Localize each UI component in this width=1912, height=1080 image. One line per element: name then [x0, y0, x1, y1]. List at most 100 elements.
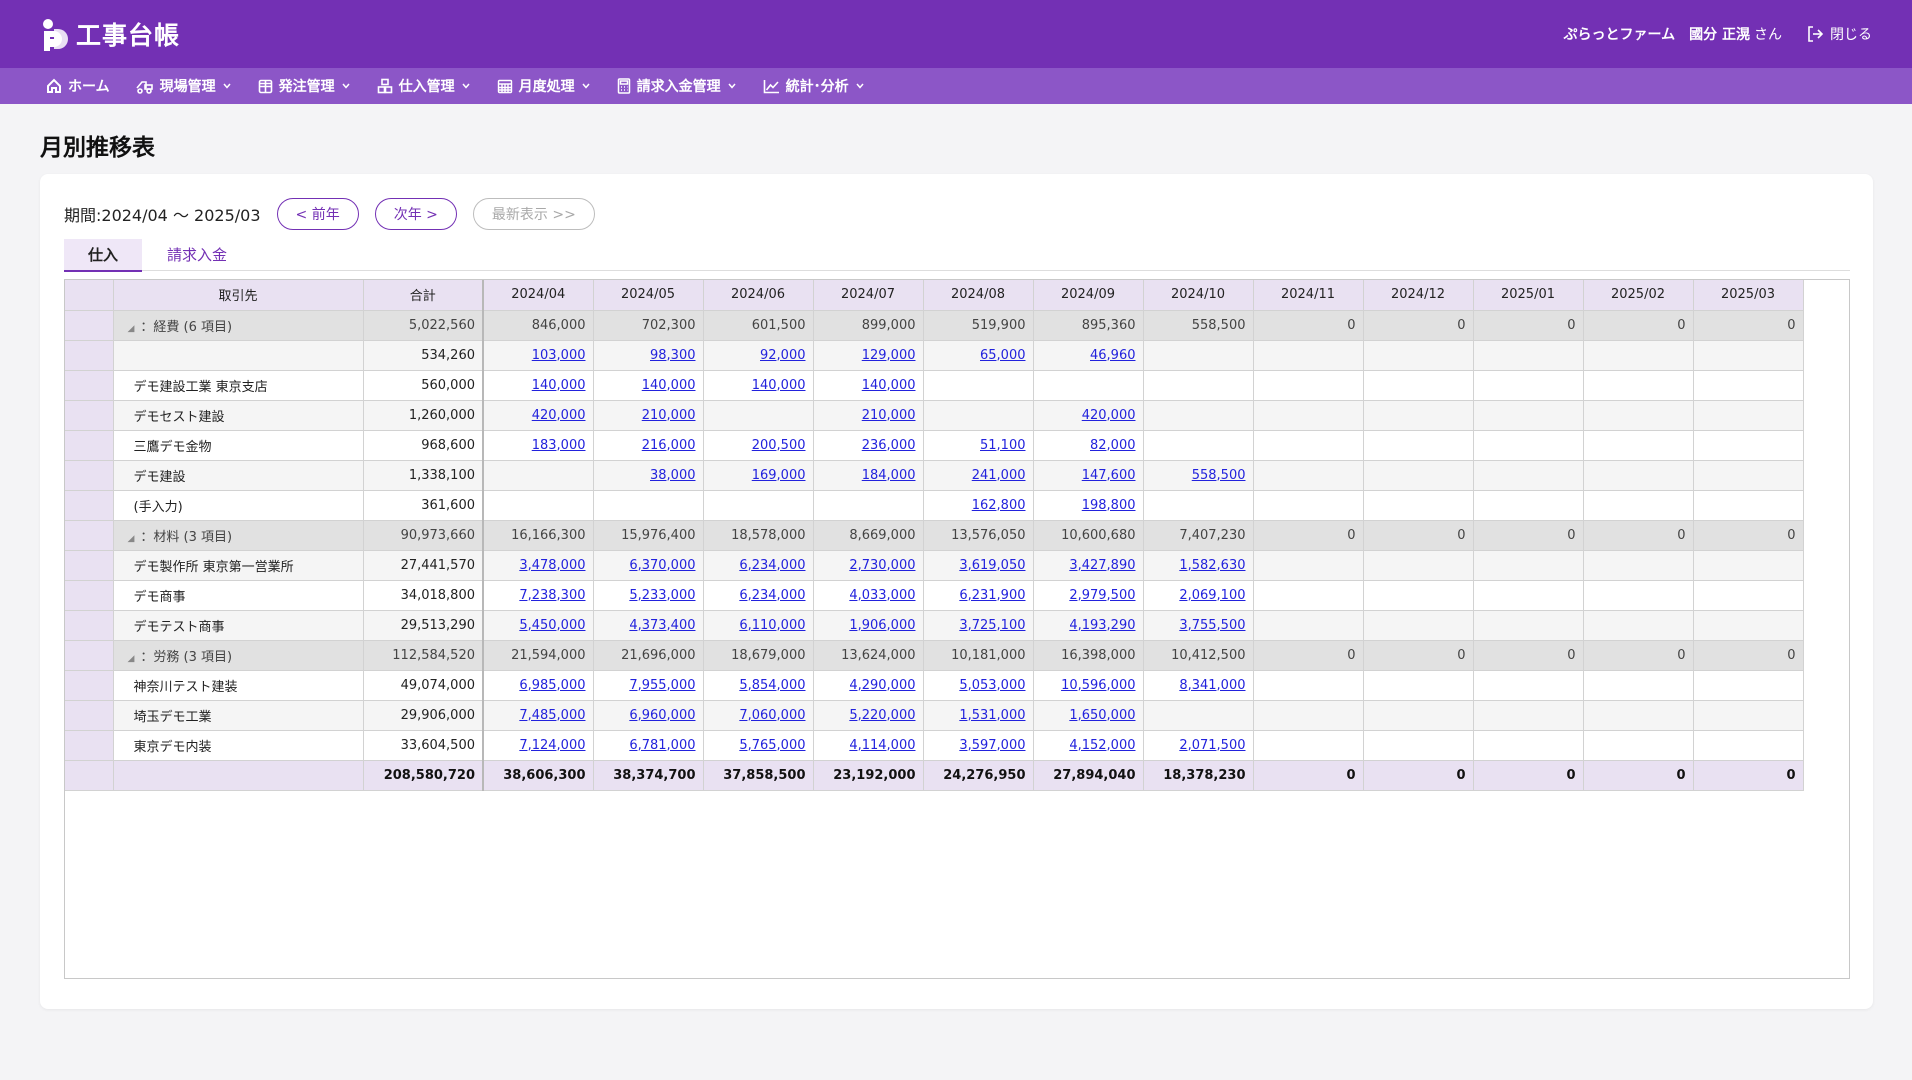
amount-link[interactable]: 5,220,000 [849, 708, 915, 723]
amount-link[interactable]: 5,233,000 [629, 588, 695, 603]
amount-link[interactable]: 38,000 [650, 468, 696, 483]
amount-link[interactable]: 162,800 [972, 498, 1026, 513]
amount-link[interactable]: 6,370,000 [629, 558, 695, 573]
amount-link[interactable]: 3,597,000 [959, 738, 1025, 753]
nav-home[interactable]: ホーム [46, 76, 110, 96]
nav-statistics-analysis[interactable]: 統計･分析 [763, 76, 865, 96]
amount-link[interactable]: 3,478,000 [519, 558, 585, 573]
nav-site-management[interactable]: 現場管理 [135, 76, 232, 96]
amount-link[interactable]: 140,000 [752, 378, 806, 393]
amount-link[interactable]: 210,000 [642, 408, 696, 423]
amount-link[interactable]: 184,000 [862, 468, 916, 483]
amount-link[interactable]: 6,960,000 [629, 708, 695, 723]
amount-link[interactable]: 1,906,000 [849, 618, 915, 633]
amount-link[interactable]: 183,000 [532, 438, 586, 453]
amount-link[interactable]: 4,033,000 [849, 588, 915, 603]
total-cell: 361,600 [363, 490, 484, 521]
brand[interactable]: 工事台帳 [40, 16, 180, 52]
amount-link[interactable]: 216,000 [642, 438, 696, 453]
amount-link[interactable]: 140,000 [862, 378, 916, 393]
amount-link[interactable]: 6,231,900 [959, 588, 1025, 603]
latest-view-button[interactable]: 最新表示 >> [472, 198, 595, 230]
amount-link[interactable]: 46,960 [1090, 348, 1136, 363]
amount-link[interactable]: 1,531,000 [959, 708, 1025, 723]
amount-link[interactable]: 8,341,000 [1179, 678, 1245, 693]
amount-link[interactable]: 420,000 [1082, 408, 1136, 423]
amount-link[interactable]: 4,373,400 [629, 618, 695, 633]
amount-link[interactable]: 3,427,890 [1069, 558, 1135, 573]
amount-link[interactable]: 7,060,000 [739, 708, 805, 723]
amount-link[interactable]: 65,000 [980, 348, 1026, 363]
month-cell: 140,000 [593, 370, 704, 401]
amount-link[interactable]: 51,100 [980, 438, 1026, 453]
collapse-triangle-icon[interactable]: ◢ [128, 534, 135, 544]
amount-link[interactable]: 4,193,290 [1069, 618, 1135, 633]
supplier-cell[interactable]: ◢ ：材料 (3 項目) [113, 520, 364, 551]
amount-link[interactable]: 200,500 [752, 438, 806, 453]
amount-link[interactable]: 6,234,000 [739, 588, 805, 603]
amount-link[interactable]: 5,053,000 [959, 678, 1025, 693]
month-cell [1583, 610, 1694, 641]
amount-link[interactable]: 7,124,000 [519, 738, 585, 753]
amount-link[interactable]: 3,755,500 [1179, 618, 1245, 633]
amount-link[interactable]: 3,619,050 [959, 558, 1025, 573]
amount-link[interactable]: 210,000 [862, 408, 916, 423]
amount-link[interactable]: 103,000 [532, 348, 586, 363]
nav-billing-payment-management[interactable]: 請求入金管理 [617, 76, 737, 96]
amount-link[interactable]: 129,000 [862, 348, 916, 363]
amount-link[interactable]: 4,114,000 [849, 738, 915, 753]
amount-link[interactable]: 2,730,000 [849, 558, 915, 573]
amount-link[interactable]: 241,000 [972, 468, 1026, 483]
amount-link[interactable]: 198,800 [1082, 498, 1136, 513]
amount-link[interactable]: 4,290,000 [849, 678, 915, 693]
tab-billing-payment[interactable]: 請求入金 [142, 239, 252, 270]
nav-monthly-processing[interactable]: 月度処理 [497, 76, 591, 96]
tab-purchase[interactable]: 仕入 [64, 239, 142, 272]
amount-link[interactable]: 6,110,000 [739, 618, 805, 633]
amount-link[interactable]: 7,955,000 [629, 678, 695, 693]
amount-link[interactable]: 420,000 [532, 408, 586, 423]
row-header-cell [65, 730, 114, 761]
amount-link[interactable]: 558,500 [1192, 468, 1246, 483]
amount-link[interactable]: 5,765,000 [739, 738, 805, 753]
amount-link[interactable]: 3,725,100 [959, 618, 1025, 633]
month-cell [1583, 370, 1694, 401]
amount-link[interactable]: 2,071,500 [1179, 738, 1245, 753]
collapse-triangle-icon[interactable]: ◢ [128, 324, 135, 334]
nav-purchase-management[interactable]: 仕入管理 [377, 76, 471, 96]
amount-link[interactable]: 140,000 [532, 378, 586, 393]
logout-button[interactable]: 閉じる [1806, 24, 1872, 44]
collapse-triangle-icon[interactable]: ◢ [128, 654, 135, 664]
month-cell: 169,000 [703, 460, 814, 491]
amount-link[interactable]: 5,450,000 [519, 618, 585, 633]
amount-link[interactable]: 140,000 [642, 378, 696, 393]
amount-link[interactable]: 4,152,000 [1069, 738, 1135, 753]
amount-link[interactable]: 7,238,300 [519, 588, 585, 603]
amount-link[interactable]: 5,854,000 [739, 678, 805, 693]
table-row: デモ建設 1,338,100 38,000 169,000 184,000 241,000… [65, 460, 1804, 491]
amount-link[interactable]: 82,000 [1090, 438, 1136, 453]
amount-link[interactable]: 6,781,000 [629, 738, 695, 753]
nav-order-management[interactable]: 発注管理 [258, 76, 351, 96]
amount-link[interactable]: 6,234,000 [739, 558, 805, 573]
month-cell: 82,000 [1033, 430, 1144, 461]
amount-link[interactable]: 2,979,500 [1069, 588, 1135, 603]
amount-link[interactable]: 1,650,000 [1069, 708, 1135, 723]
amount-link[interactable]: 98,300 [650, 348, 696, 363]
amount-link[interactable]: 147,600 [1082, 468, 1136, 483]
amount-link[interactable]: 10,596,000 [1061, 678, 1135, 693]
amount-link[interactable]: 6,985,000 [519, 678, 585, 693]
amount-link[interactable]: 2,069,100 [1179, 588, 1245, 603]
supplier-cell[interactable]: ◢ ：労務 (3 項目) [113, 640, 364, 671]
amount-link[interactable]: 92,000 [760, 348, 806, 363]
col-header-month: 2024/10 [1143, 280, 1254, 311]
amount-link[interactable]: 7,485,000 [519, 708, 585, 723]
amount-link[interactable]: 1,582,630 [1179, 558, 1245, 573]
supplier-cell[interactable]: ◢ ：経費 (6 項目) [113, 310, 364, 341]
next-year-button[interactable]: 次年 > [374, 198, 457, 230]
month-cell [1473, 610, 1584, 641]
amount-link[interactable]: 169,000 [752, 468, 806, 483]
amount-link[interactable]: 236,000 [862, 438, 916, 453]
group-row: ◢ ：経費 (6 項目) 5,022,560 846,000 702,300 601,50… [65, 310, 1804, 341]
prev-year-button[interactable]: < 前年 [276, 198, 359, 230]
